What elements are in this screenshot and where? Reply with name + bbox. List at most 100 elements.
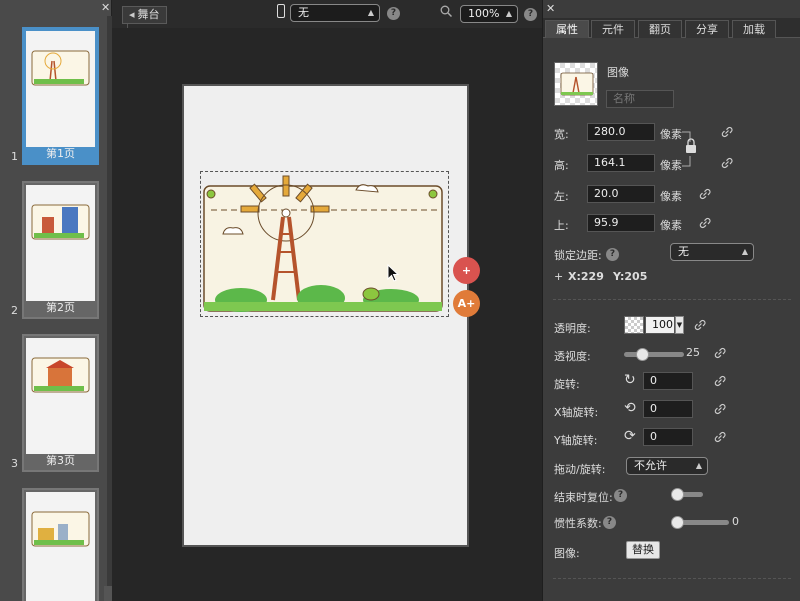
lock-ratio-icon[interactable] <box>682 130 702 168</box>
perspective-slider[interactable] <box>624 352 684 357</box>
help-icon[interactable]: ? <box>603 516 616 529</box>
reset-toggle-knob[interactable] <box>671 488 684 501</box>
help-icon[interactable]: ? <box>606 248 619 261</box>
opacity-input[interactable]: 100 <box>645 316 675 334</box>
page-number: 2 <box>11 304 18 317</box>
scroll-handle[interactable] <box>104 586 112 601</box>
inertia-value: 0 <box>732 515 739 528</box>
page-thumbnail-1[interactable]: 第1页 <box>22 27 99 165</box>
element-type-label: 图像 <box>607 66 629 79</box>
opacity-dropdown-icon[interactable]: ▼ <box>675 316 684 334</box>
select-caret-icon: ▲ <box>367 8 374 17</box>
shop-preview-image <box>31 204 90 240</box>
unit-label: 像素 <box>660 190 682 203</box>
windmill-illustration <box>203 175 443 312</box>
tab-loading[interactable]: 加载 <box>732 20 776 38</box>
reset-on-end-label: 结束时复位: <box>554 491 613 504</box>
link-icon[interactable] <box>698 187 712 201</box>
replace-button[interactable]: 替换 <box>626 541 660 559</box>
drag-rotate-select[interactable]: 不允许 ▲ <box>626 457 708 475</box>
section-divider <box>553 578 791 579</box>
help-icon[interactable]: ? <box>387 7 400 20</box>
link-icon[interactable] <box>713 346 727 360</box>
help-icon[interactable]: ? <box>614 489 627 502</box>
tab-share[interactable]: 分享 <box>685 20 729 38</box>
drag-rotate-label: 拖动/旋转: <box>554 463 606 476</box>
rotate-input[interactable]: 0 <box>643 372 693 390</box>
left-input[interactable]: 20.0 <box>587 185 655 203</box>
zoom-select[interactable]: 100% ▲ <box>460 5 518 23</box>
select-caret-icon: ▲ <box>695 461 702 470</box>
crosshair-icon: + <box>554 270 564 283</box>
left-label: 左: <box>554 190 569 203</box>
height-input[interactable]: 164.1 <box>587 154 655 172</box>
image-preview <box>560 72 594 96</box>
perspective-slider-knob[interactable] <box>636 348 649 361</box>
tab-properties[interactable]: 属性 <box>545 20 589 38</box>
height-label: 高: <box>554 159 569 172</box>
stage-tab[interactable]: ◂ 舞台 <box>122 6 167 24</box>
page-preview <box>26 185 95 301</box>
collapse-arrow-icon[interactable]: ◂ <box>129 8 135 21</box>
phone-icon[interactable] <box>277 4 285 18</box>
close-icon[interactable]: ✕ <box>101 2 111 14</box>
page-thumbnail-2[interactable]: 第2页 <box>22 181 99 319</box>
inertia-slider-knob[interactable] <box>671 516 684 529</box>
page-label: 第3页 <box>46 454 75 467</box>
link-icon[interactable] <box>720 156 734 170</box>
zoom-icon <box>440 5 452 17</box>
pages-panel: ✕ 第1页 1 第2页 2 第3页 3 <box>0 0 112 601</box>
page-preview <box>26 338 95 454</box>
selected-image[interactable] <box>200 171 449 317</box>
device-select-value: 无 <box>298 6 309 19</box>
link-icon[interactable] <box>698 216 712 230</box>
lock-margin-select[interactable]: 无 ▲ <box>670 243 754 261</box>
scene-preview-image <box>31 511 90 547</box>
tab-components[interactable]: 元件 <box>591 20 635 38</box>
device-select[interactable]: 无 ▲ <box>290 4 380 22</box>
lock-margin-label: 锁定边距: <box>554 249 602 262</box>
x-rotate-input[interactable]: 0 <box>643 400 693 418</box>
name-input[interactable]: 名称 <box>606 90 674 108</box>
tab-page-flip[interactable]: 翻页 <box>638 20 682 38</box>
properties-panel: ✕ 属性 元件 翻页 分享 加载 图像 名称 宽: 280.0 像素 高: 16… <box>542 0 800 601</box>
close-icon[interactable]: ✕ <box>546 2 555 15</box>
panel-tabs: 属性 元件 翻页 分享 加载 <box>543 18 800 38</box>
inertia-label: 惯性系数: <box>554 517 602 530</box>
unit-label: 像素 <box>660 219 682 232</box>
add-animation-badge[interactable]: + <box>453 257 480 284</box>
page-label: 第2页 <box>46 301 75 314</box>
page-thumbnail-3[interactable]: 第3页 <box>22 334 99 472</box>
rotate-label: 旋转: <box>554 378 580 391</box>
width-label: 宽: <box>554 128 569 141</box>
y-rotate-input[interactable]: 0 <box>643 428 693 446</box>
x-rotate-label: X轴旋转: <box>554 406 599 419</box>
stage-tab-label: 舞台 <box>137 8 160 21</box>
opacity-label: 透明度: <box>554 322 591 335</box>
zoom-select-value: 100% <box>468 7 500 20</box>
page-preview <box>26 492 95 601</box>
opacity-swatch <box>624 316 644 334</box>
help-icon[interactable]: ? <box>524 8 537 21</box>
y-axis-rotate-icon: ⟳ <box>624 428 636 444</box>
width-input[interactable]: 280.0 <box>587 123 655 141</box>
select-caret-icon: ▲ <box>505 9 512 18</box>
top-toolbar: ◂ 舞台 无 ▲ ? 100% ▲ ? <box>112 0 542 35</box>
rotate-icon: ↻ <box>624 372 636 388</box>
app-root: ✕ 第1页 1 第2页 2 第3页 3 ◂ 舞台 无 ▲ ? 100% ▲ ? … <box>0 0 800 601</box>
add-text-badge[interactable]: A+ <box>453 290 480 317</box>
link-icon[interactable] <box>693 318 707 332</box>
lock-margin-value: 无 <box>678 245 689 258</box>
link-icon[interactable] <box>713 430 727 444</box>
unit-label: 像素 <box>660 159 682 172</box>
link-icon[interactable] <box>720 125 734 139</box>
page-thumbnail-4[interactable] <box>22 488 99 601</box>
perspective-label: 透视度: <box>554 350 591 363</box>
top-input[interactable]: 95.9 <box>587 214 655 232</box>
link-icon[interactable] <box>713 402 727 416</box>
perspective-value: 25 <box>686 346 700 359</box>
image-thumbnail <box>554 62 598 106</box>
page-number: 3 <box>11 457 18 470</box>
y-rotate-label: Y轴旋转: <box>554 434 598 447</box>
link-icon[interactable] <box>713 374 727 388</box>
